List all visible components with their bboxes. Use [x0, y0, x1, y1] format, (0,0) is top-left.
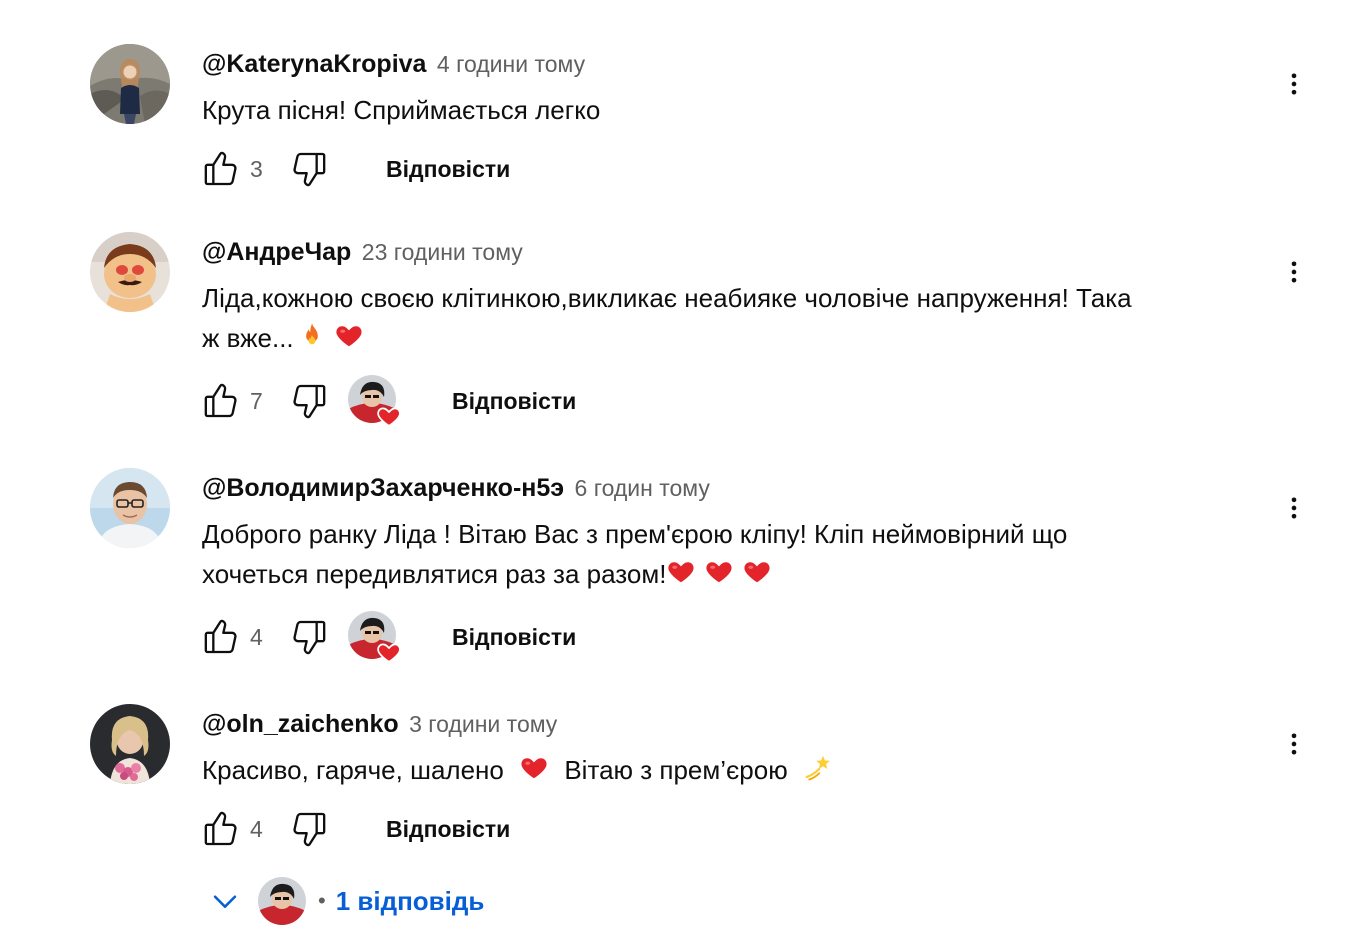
- comment-menu-button[interactable]: [1270, 248, 1318, 296]
- replies-count-link[interactable]: 1 відповідь: [336, 886, 485, 917]
- replies-toggle[interactable]: • 1 відповідь: [200, 870, 484, 932]
- reply-button[interactable]: Відповісти: [386, 816, 510, 843]
- like-button[interactable]: [196, 145, 244, 193]
- more-vertical-icon: [1280, 490, 1308, 526]
- thumbs-up-icon: [200, 617, 240, 657]
- dislike-button[interactable]: [286, 145, 334, 193]
- comment-text: Красиво, гаряче, шалено Вітаю з прем’єро…: [202, 750, 1252, 793]
- comment-text-line: Ліда,кожною своєю клітинкою,викликає неа…: [202, 283, 1132, 313]
- like-button[interactable]: [196, 377, 244, 425]
- thumbs-down-icon: [290, 381, 330, 421]
- comment-header: @oln_zaichenko 3 години тому: [202, 710, 557, 739]
- thumbs-down-icon: [290, 809, 330, 849]
- avatar[interactable]: [90, 232, 170, 312]
- reply-button[interactable]: Відповісти: [452, 624, 576, 651]
- heart-emoji: [519, 752, 549, 793]
- thumbs-up-icon: [200, 809, 240, 849]
- reply-button[interactable]: Відповісти: [386, 156, 510, 183]
- comment-text-line: Доброго ранку Ліда ! Вітаю Вас з прем'єр…: [202, 519, 1068, 549]
- comment-text-content: хочеться передивлятися раз за разом!: [202, 559, 667, 589]
- like-count: 4: [250, 623, 263, 650]
- comment-author[interactable]: @ВолодимирЗахарченко-н5э: [202, 474, 564, 502]
- thumbs-down-icon: [290, 149, 330, 189]
- comment-header: @KaterynaKropiva 4 години тому: [202, 50, 585, 79]
- avatar[interactable]: [90, 704, 170, 784]
- fire-emoji: [298, 320, 326, 360]
- heart-emoji: [742, 556, 772, 597]
- comment-header: @АндреЧар 23 години тому: [202, 238, 523, 267]
- dislike-button[interactable]: [286, 613, 334, 661]
- dislike-button[interactable]: [286, 377, 334, 425]
- comment-time[interactable]: 3 години тому: [409, 711, 557, 737]
- chevron-down-icon: [208, 884, 242, 918]
- comment-text: Ліда,кожною своєю клітинкою,викликає неа…: [202, 278, 1252, 361]
- comment-text-content: Крута пісня! Сприймається легко: [202, 95, 601, 125]
- creator-avatar: [258, 877, 306, 925]
- like-button[interactable]: [196, 805, 244, 853]
- like-count: 4: [250, 815, 263, 842]
- dislike-button[interactable]: [286, 805, 334, 853]
- like-button[interactable]: [196, 613, 244, 661]
- comment-toolbar: 4 Відповісти: [196, 613, 576, 661]
- comment-time[interactable]: 6 годин тому: [575, 475, 710, 501]
- like-count: 3: [250, 155, 263, 182]
- comment-header: @ВолодимирЗахарченко-н5э 6 годин тому: [202, 474, 710, 503]
- more-vertical-icon: [1280, 66, 1308, 102]
- heart-icon: [376, 639, 402, 665]
- avatar[interactable]: [90, 468, 170, 548]
- comment-author[interactable]: @KaterynaKropiva: [202, 50, 426, 78]
- creator-heart-badge: [348, 375, 400, 427]
- expand-replies-button[interactable]: [200, 876, 250, 926]
- avatar[interactable]: [90, 44, 170, 124]
- comment-menu-button[interactable]: [1270, 60, 1318, 108]
- comment-toolbar: 3 Відповісти: [196, 145, 510, 193]
- dizzy-star-emoji: [803, 752, 833, 793]
- creator-heart-badge: [348, 611, 400, 663]
- comment-text-content: ж вже...: [202, 323, 294, 353]
- heart-emoji: [704, 556, 734, 597]
- comment-time[interactable]: 23 години тому: [362, 239, 523, 265]
- heart-icon: [376, 403, 402, 429]
- bullet-separator: •: [318, 888, 326, 913]
- comment-toolbar: 7 Відповісти: [196, 377, 576, 425]
- like-count: 7: [250, 387, 263, 414]
- comment-text-line-2: ж вже...: [202, 318, 1252, 361]
- more-vertical-icon: [1280, 726, 1308, 762]
- comment-menu-button[interactable]: [1270, 720, 1318, 768]
- more-vertical-icon: [1280, 254, 1308, 290]
- comment-text: Крута пісня! Сприймається легко: [202, 90, 1252, 130]
- comment-time[interactable]: 4 години тому: [437, 51, 585, 77]
- heart-emoji: [666, 556, 696, 597]
- comment-toolbar: 4 Відповісти: [196, 805, 510, 853]
- comment-text-part: Красиво, гаряче, шалено: [202, 755, 504, 785]
- heart-emoji: [334, 320, 364, 361]
- comment-text-part-2: Вітаю з прем’єрою: [564, 755, 788, 785]
- comment-author[interactable]: @АндреЧар: [202, 238, 351, 266]
- comment-text: Доброго ранку Ліда ! Вітаю Вас з прем'єр…: [202, 514, 1252, 597]
- thumbs-up-icon: [200, 381, 240, 421]
- reply-button[interactable]: Відповісти: [452, 388, 576, 415]
- comment-author[interactable]: @oln_zaichenko: [202, 710, 399, 738]
- thumbs-up-icon: [200, 149, 240, 189]
- comment-menu-button[interactable]: [1270, 484, 1318, 532]
- thumbs-down-icon: [290, 617, 330, 657]
- comment-text-line-2: хочеться передивлятися раз за разом!: [202, 554, 1252, 597]
